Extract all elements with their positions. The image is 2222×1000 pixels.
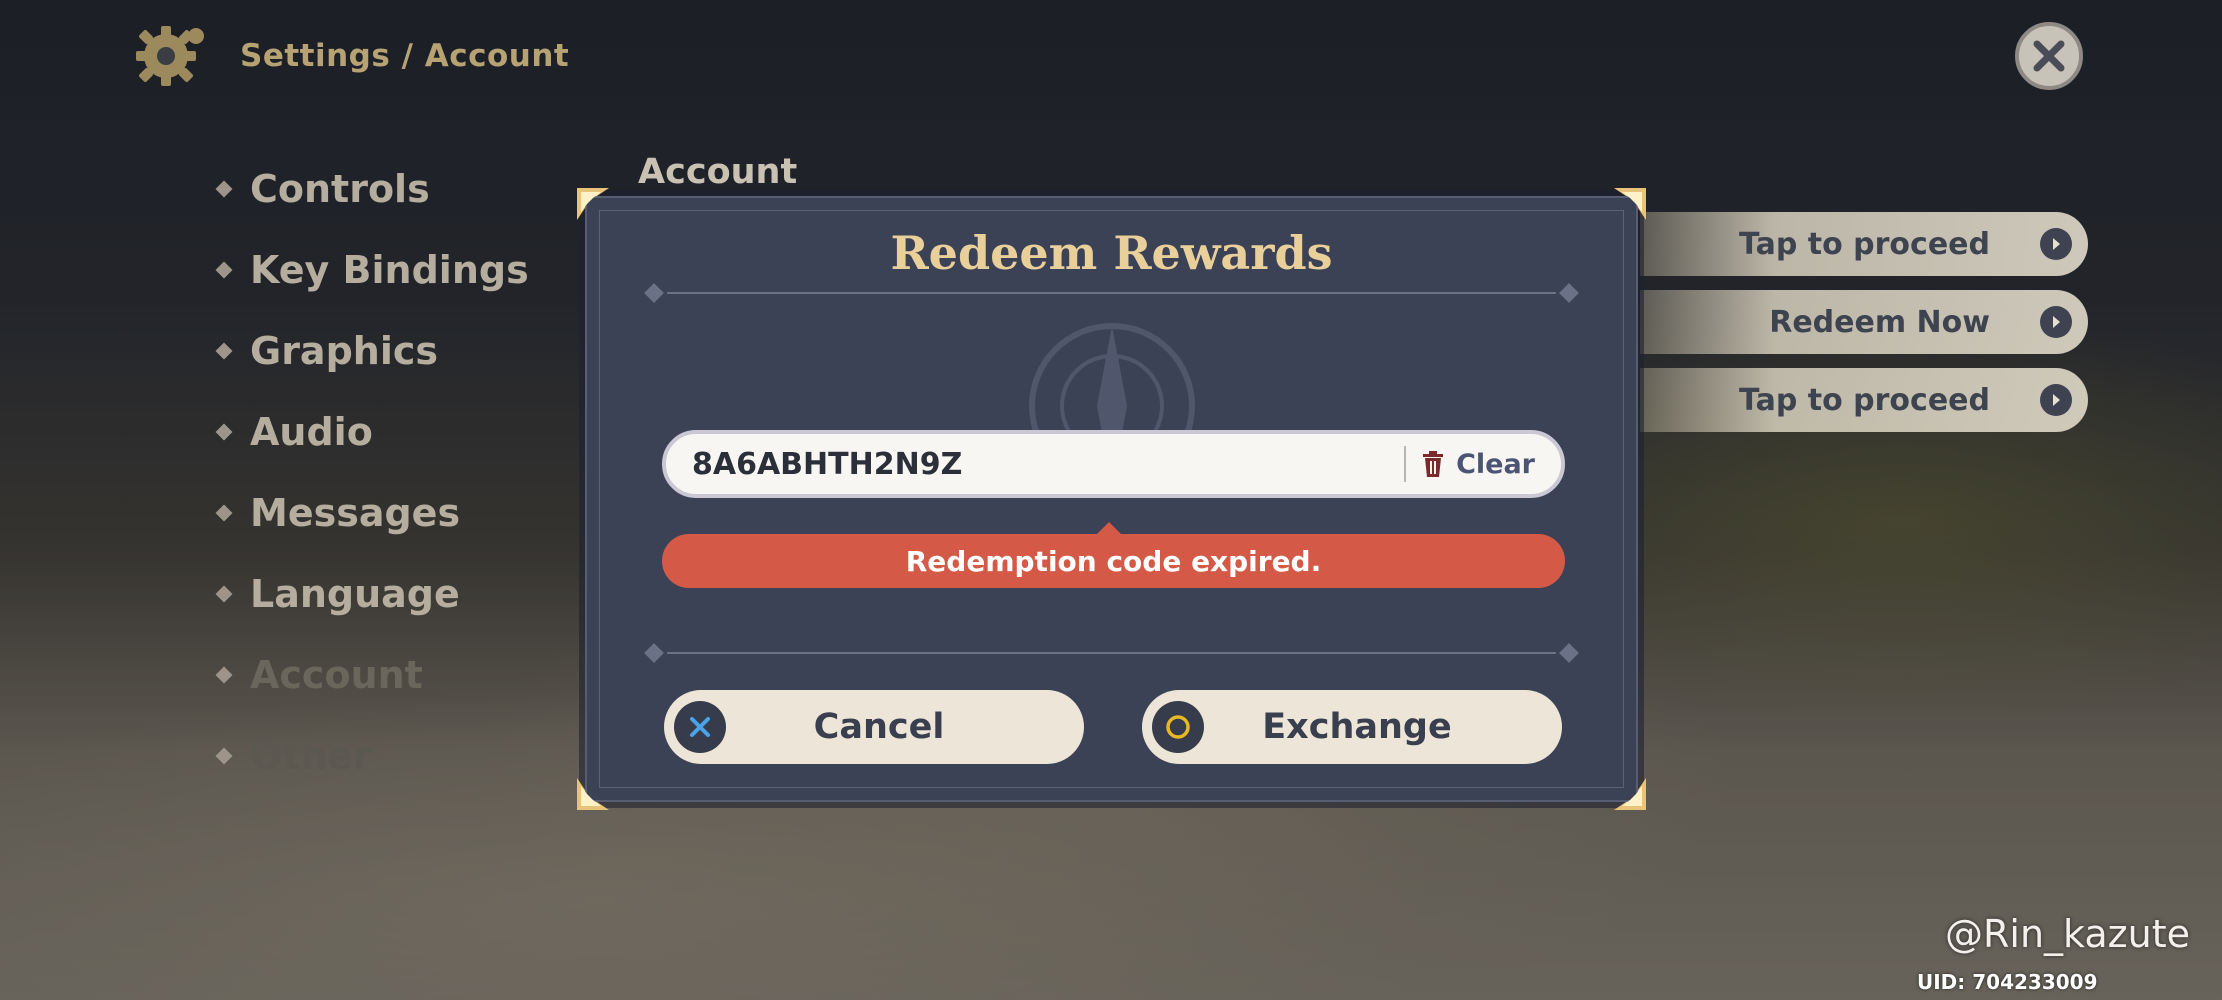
corner-ornament-icon: [575, 186, 611, 222]
sidebar-item-language[interactable]: Language: [215, 553, 529, 634]
error-pointer: [1097, 522, 1121, 534]
diamond-bullet-icon: [215, 342, 233, 359]
diamond-bullet-icon: [215, 666, 233, 683]
circle-icon: [1152, 701, 1204, 753]
diamond-bullet-icon: [215, 585, 233, 602]
uid-label: UID: 704233009: [1917, 970, 2098, 994]
corner-ornament-icon: [1612, 776, 1648, 812]
redeem-rewards-dialog: Redeem Rewards Clear Redemption code exp…: [577, 188, 1646, 810]
watermark-handle: @Rin_kazute: [1945, 912, 2190, 956]
error-message: Redemption code expired.: [662, 534, 1565, 588]
sidebar-item-label: Key Bindings: [250, 247, 529, 292]
sidebar-item-label: Language: [250, 571, 460, 616]
sidebar-item-label: Controls: [250, 166, 430, 211]
cancel-button[interactable]: Cancel: [664, 690, 1084, 764]
sidebar-item-messages[interactable]: Messages: [215, 472, 529, 553]
diamond-bullet-icon: [215, 261, 233, 278]
exchange-button[interactable]: Exchange: [1142, 690, 1562, 764]
top-divider: [637, 283, 1586, 303]
bottom-divider: [637, 643, 1586, 663]
sidebar-item-label: Messages: [250, 490, 461, 535]
diamond-bullet-icon: [215, 504, 233, 521]
gear-icon: [136, 26, 204, 86]
close-icon: [2033, 40, 2065, 72]
settings-sidebar: Controls Key Bindings Graphics Audio Mes…: [215, 148, 529, 796]
redemption-code-field: Clear: [662, 430, 1565, 498]
tap-to-proceed-button[interactable]: Tap to proceed: [1640, 368, 2088, 432]
sidebar-item-account[interactable]: Account: [215, 634, 529, 715]
exchange-label: Exchange: [1262, 707, 1452, 747]
redeem-now-button[interactable]: Redeem Now: [1640, 290, 2088, 354]
breadcrumb: Settings / Account: [240, 38, 570, 74]
clear-button[interactable]: Clear: [1422, 449, 1535, 480]
arrow-right-icon: [2040, 384, 2072, 416]
action-label: Tap to proceed: [1739, 226, 1990, 262]
cross-icon: [674, 701, 726, 753]
sidebar-item-graphics[interactable]: Graphics: [215, 310, 529, 391]
cancel-label: Cancel: [813, 707, 945, 747]
corner-ornament-icon: [1612, 186, 1648, 222]
trash-icon: [1423, 451, 1444, 477]
action-label: Tap to proceed: [1739, 382, 1990, 418]
dialog-title: Redeem Rewards: [890, 226, 1333, 280]
sidebar-item-label: Graphics: [250, 328, 438, 373]
field-separator: [1404, 446, 1407, 482]
diamond-bullet-icon: [215, 423, 233, 440]
action-label: Redeem Now: [1769, 304, 1990, 340]
sidebar-item-label: Audio: [250, 409, 373, 454]
corner-ornament-icon: [575, 776, 611, 812]
sidebar-item-audio[interactable]: Audio: [215, 391, 529, 472]
diamond-bullet-icon: [215, 180, 233, 197]
sidebar-item-key-bindings[interactable]: Key Bindings: [215, 229, 529, 310]
arrow-right-icon: [2040, 228, 2072, 260]
sidebar-item-label: Other: [250, 733, 373, 778]
sidebar-item-other[interactable]: Other: [215, 715, 529, 796]
arrow-right-icon: [2040, 306, 2072, 338]
header: Settings / Account: [132, 22, 569, 90]
diamond-bullet-icon: [215, 747, 233, 764]
sidebar-item-label: Account: [250, 652, 423, 697]
redemption-code-input[interactable]: [692, 434, 1405, 494]
tap-to-proceed-button[interactable]: Tap to proceed: [1640, 212, 2088, 276]
clear-label: Clear: [1456, 448, 1535, 480]
sidebar-item-controls[interactable]: Controls: [215, 148, 529, 229]
section-heading: Account: [638, 152, 798, 192]
close-button[interactable]: [2015, 22, 2083, 90]
